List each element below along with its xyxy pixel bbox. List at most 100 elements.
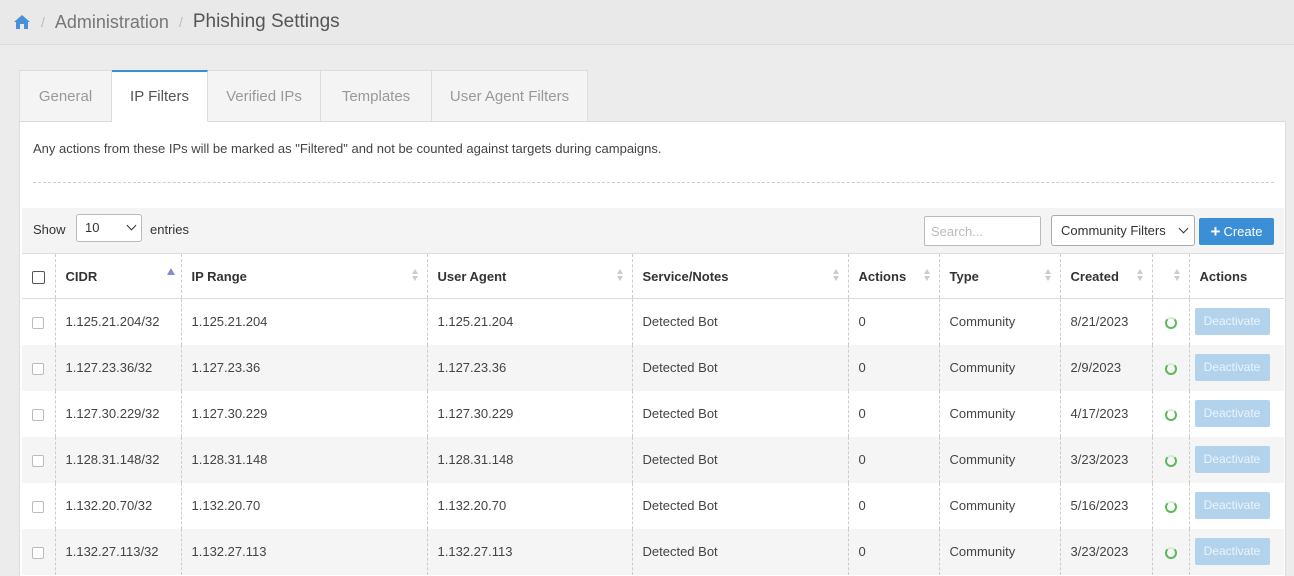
breadcrumb-separator: /	[178, 14, 183, 30]
entries-label: entries	[150, 222, 190, 237]
cell-action-count: 0	[848, 344, 940, 391]
column-header-notes[interactable]: Service/Notes	[632, 253, 849, 299]
cell-actions: Deactivate	[1189, 436, 1284, 483]
cell-cidr: 1.125.21.204/32	[55, 298, 182, 345]
create-button[interactable]: + Create	[1199, 218, 1274, 245]
ip-filters-panel: Any actions from these IPs will be marke…	[19, 121, 1286, 576]
create-button-label: Create	[1223, 224, 1263, 239]
row-checkbox[interactable]	[32, 316, 45, 329]
tab-general[interactable]: General	[19, 70, 112, 122]
deactivate-button[interactable]: Deactivate	[1194, 308, 1270, 336]
cell-user-agent: 1.127.30.229	[427, 390, 633, 437]
status-active-icon	[1164, 362, 1177, 375]
cell-actions: Deactivate	[1189, 298, 1284, 345]
cell-status	[1152, 298, 1190, 345]
sort-icon	[1044, 269, 1052, 283]
cell-user-agent: 1.127.23.36	[427, 344, 633, 391]
sort-asc-icon	[166, 268, 175, 275]
deactivate-button[interactable]: Deactivate	[1194, 354, 1270, 381]
cell-type: Community	[939, 482, 1061, 529]
column-header-created[interactable]: Created	[1060, 253, 1153, 299]
filter-type-value: Community Filters	[1061, 223, 1166, 238]
cell-ip-range: 1.127.30.229	[181, 390, 428, 437]
cell-cidr: 1.127.23.36/32	[55, 344, 182, 391]
cell-type: Community	[939, 344, 1061, 391]
breadcrumb: / Administration / Phishing Settings	[0, 0, 1294, 45]
cell-created: 3/23/2023	[1060, 436, 1153, 483]
filter-type-select[interactable]: Community Filters	[1051, 215, 1195, 246]
cell-notes: Detected Bot	[632, 482, 849, 529]
chevron-down-icon	[126, 220, 137, 231]
tab-verified-ips[interactable]: Verified IPs	[208, 70, 321, 122]
row-checkbox[interactable]	[32, 500, 45, 513]
column-header-ip-range[interactable]: IP Range	[181, 253, 428, 299]
page-size-select[interactable]: 10	[76, 214, 142, 242]
select-all-checkbox[interactable]	[31, 270, 45, 284]
settings-tabs: General IP Filters Verified IPs Template…	[19, 70, 588, 122]
row-select-cell	[22, 436, 56, 483]
cell-cidr: 1.132.20.70/32	[55, 482, 182, 529]
table-row: 1.128.31.148/32 1.128.31.148 1.128.31.148 D…	[22, 436, 1284, 483]
deactivate-button[interactable]: Deactivate	[1194, 400, 1270, 427]
cell-action-count: 0	[848, 482, 940, 529]
row-checkbox[interactable]	[32, 454, 45, 467]
column-header-action-count[interactable]: Actions	[848, 253, 940, 299]
cell-type: Community	[939, 436, 1061, 483]
table-row: 1.132.27.113/32 1.132.27.113 1.132.27.113 D…	[22, 528, 1284, 575]
breadcrumb-administration[interactable]: Administration	[55, 12, 169, 33]
cell-notes: Detected Bot	[632, 436, 849, 483]
row-select-cell	[22, 482, 56, 529]
cell-created: 2/9/2023	[1060, 344, 1153, 391]
cell-status	[1152, 482, 1190, 529]
divider	[33, 182, 1274, 183]
cell-actions: Deactivate	[1189, 482, 1284, 529]
deactivate-button[interactable]: Deactivate	[1194, 446, 1270, 473]
column-header-user-agent[interactable]: User Agent	[427, 253, 633, 299]
row-select-cell	[22, 344, 56, 391]
table-toolbar: Show 10 entries Community Filters + Crea…	[22, 208, 1284, 253]
deactivate-button[interactable]: Deactivate	[1194, 538, 1270, 565]
table-row: 1.125.21.204/32 1.125.21.204 1.125.21.204 D…	[22, 298, 1284, 345]
cell-cidr: 1.128.31.148/32	[55, 436, 182, 483]
cell-notes: Detected Bot	[632, 528, 849, 575]
cell-status	[1152, 344, 1190, 391]
deactivate-button[interactable]: Deactivate	[1194, 492, 1270, 519]
column-header-type[interactable]: Type	[939, 253, 1061, 299]
cell-ip-range: 1.128.31.148	[181, 436, 428, 483]
panel-description: Any actions from these IPs will be marke…	[33, 141, 662, 156]
column-header-cidr[interactable]: CIDR	[55, 253, 182, 299]
row-checkbox[interactable]	[32, 362, 45, 375]
row-checkbox[interactable]	[32, 546, 45, 559]
cell-user-agent: 1.132.27.113	[427, 528, 633, 575]
cell-type: Community	[939, 390, 1061, 437]
tab-templates[interactable]: Templates	[321, 70, 432, 122]
status-active-icon	[1164, 546, 1177, 559]
cell-ip-range: 1.125.21.204	[181, 298, 428, 345]
column-header-actions: Actions	[1189, 253, 1284, 299]
cell-type: Community	[939, 298, 1061, 345]
cell-actions: Deactivate	[1189, 390, 1284, 437]
cell-status	[1152, 436, 1190, 483]
row-select-cell	[22, 390, 56, 437]
cell-user-agent: 1.128.31.148	[427, 436, 633, 483]
tab-user-agent-filters[interactable]: User Agent Filters	[432, 70, 588, 122]
cell-status	[1152, 528, 1190, 575]
tab-ip-filters[interactable]: IP Filters	[112, 70, 208, 122]
page-size-value: 10	[85, 220, 100, 235]
sort-icon	[411, 269, 419, 283]
cell-action-count: 0	[848, 390, 940, 437]
cell-action-count: 0	[848, 436, 940, 483]
search-input[interactable]	[924, 216, 1041, 246]
ip-filters-table: CIDR IP Range User Agent Service/Notes A…	[22, 253, 1284, 575]
home-icon[interactable]	[13, 14, 31, 30]
cell-user-agent: 1.132.20.70	[427, 482, 633, 529]
sort-icon	[832, 269, 840, 283]
cell-actions: Deactivate	[1189, 528, 1284, 575]
cell-created: 3/23/2023	[1060, 528, 1153, 575]
row-checkbox[interactable]	[32, 408, 45, 421]
cell-status	[1152, 390, 1190, 437]
cell-action-count: 0	[848, 298, 940, 345]
cell-cidr: 1.132.27.113/32	[55, 528, 182, 575]
cell-ip-range: 1.127.23.36	[181, 344, 428, 391]
cell-created: 4/17/2023	[1060, 390, 1153, 437]
